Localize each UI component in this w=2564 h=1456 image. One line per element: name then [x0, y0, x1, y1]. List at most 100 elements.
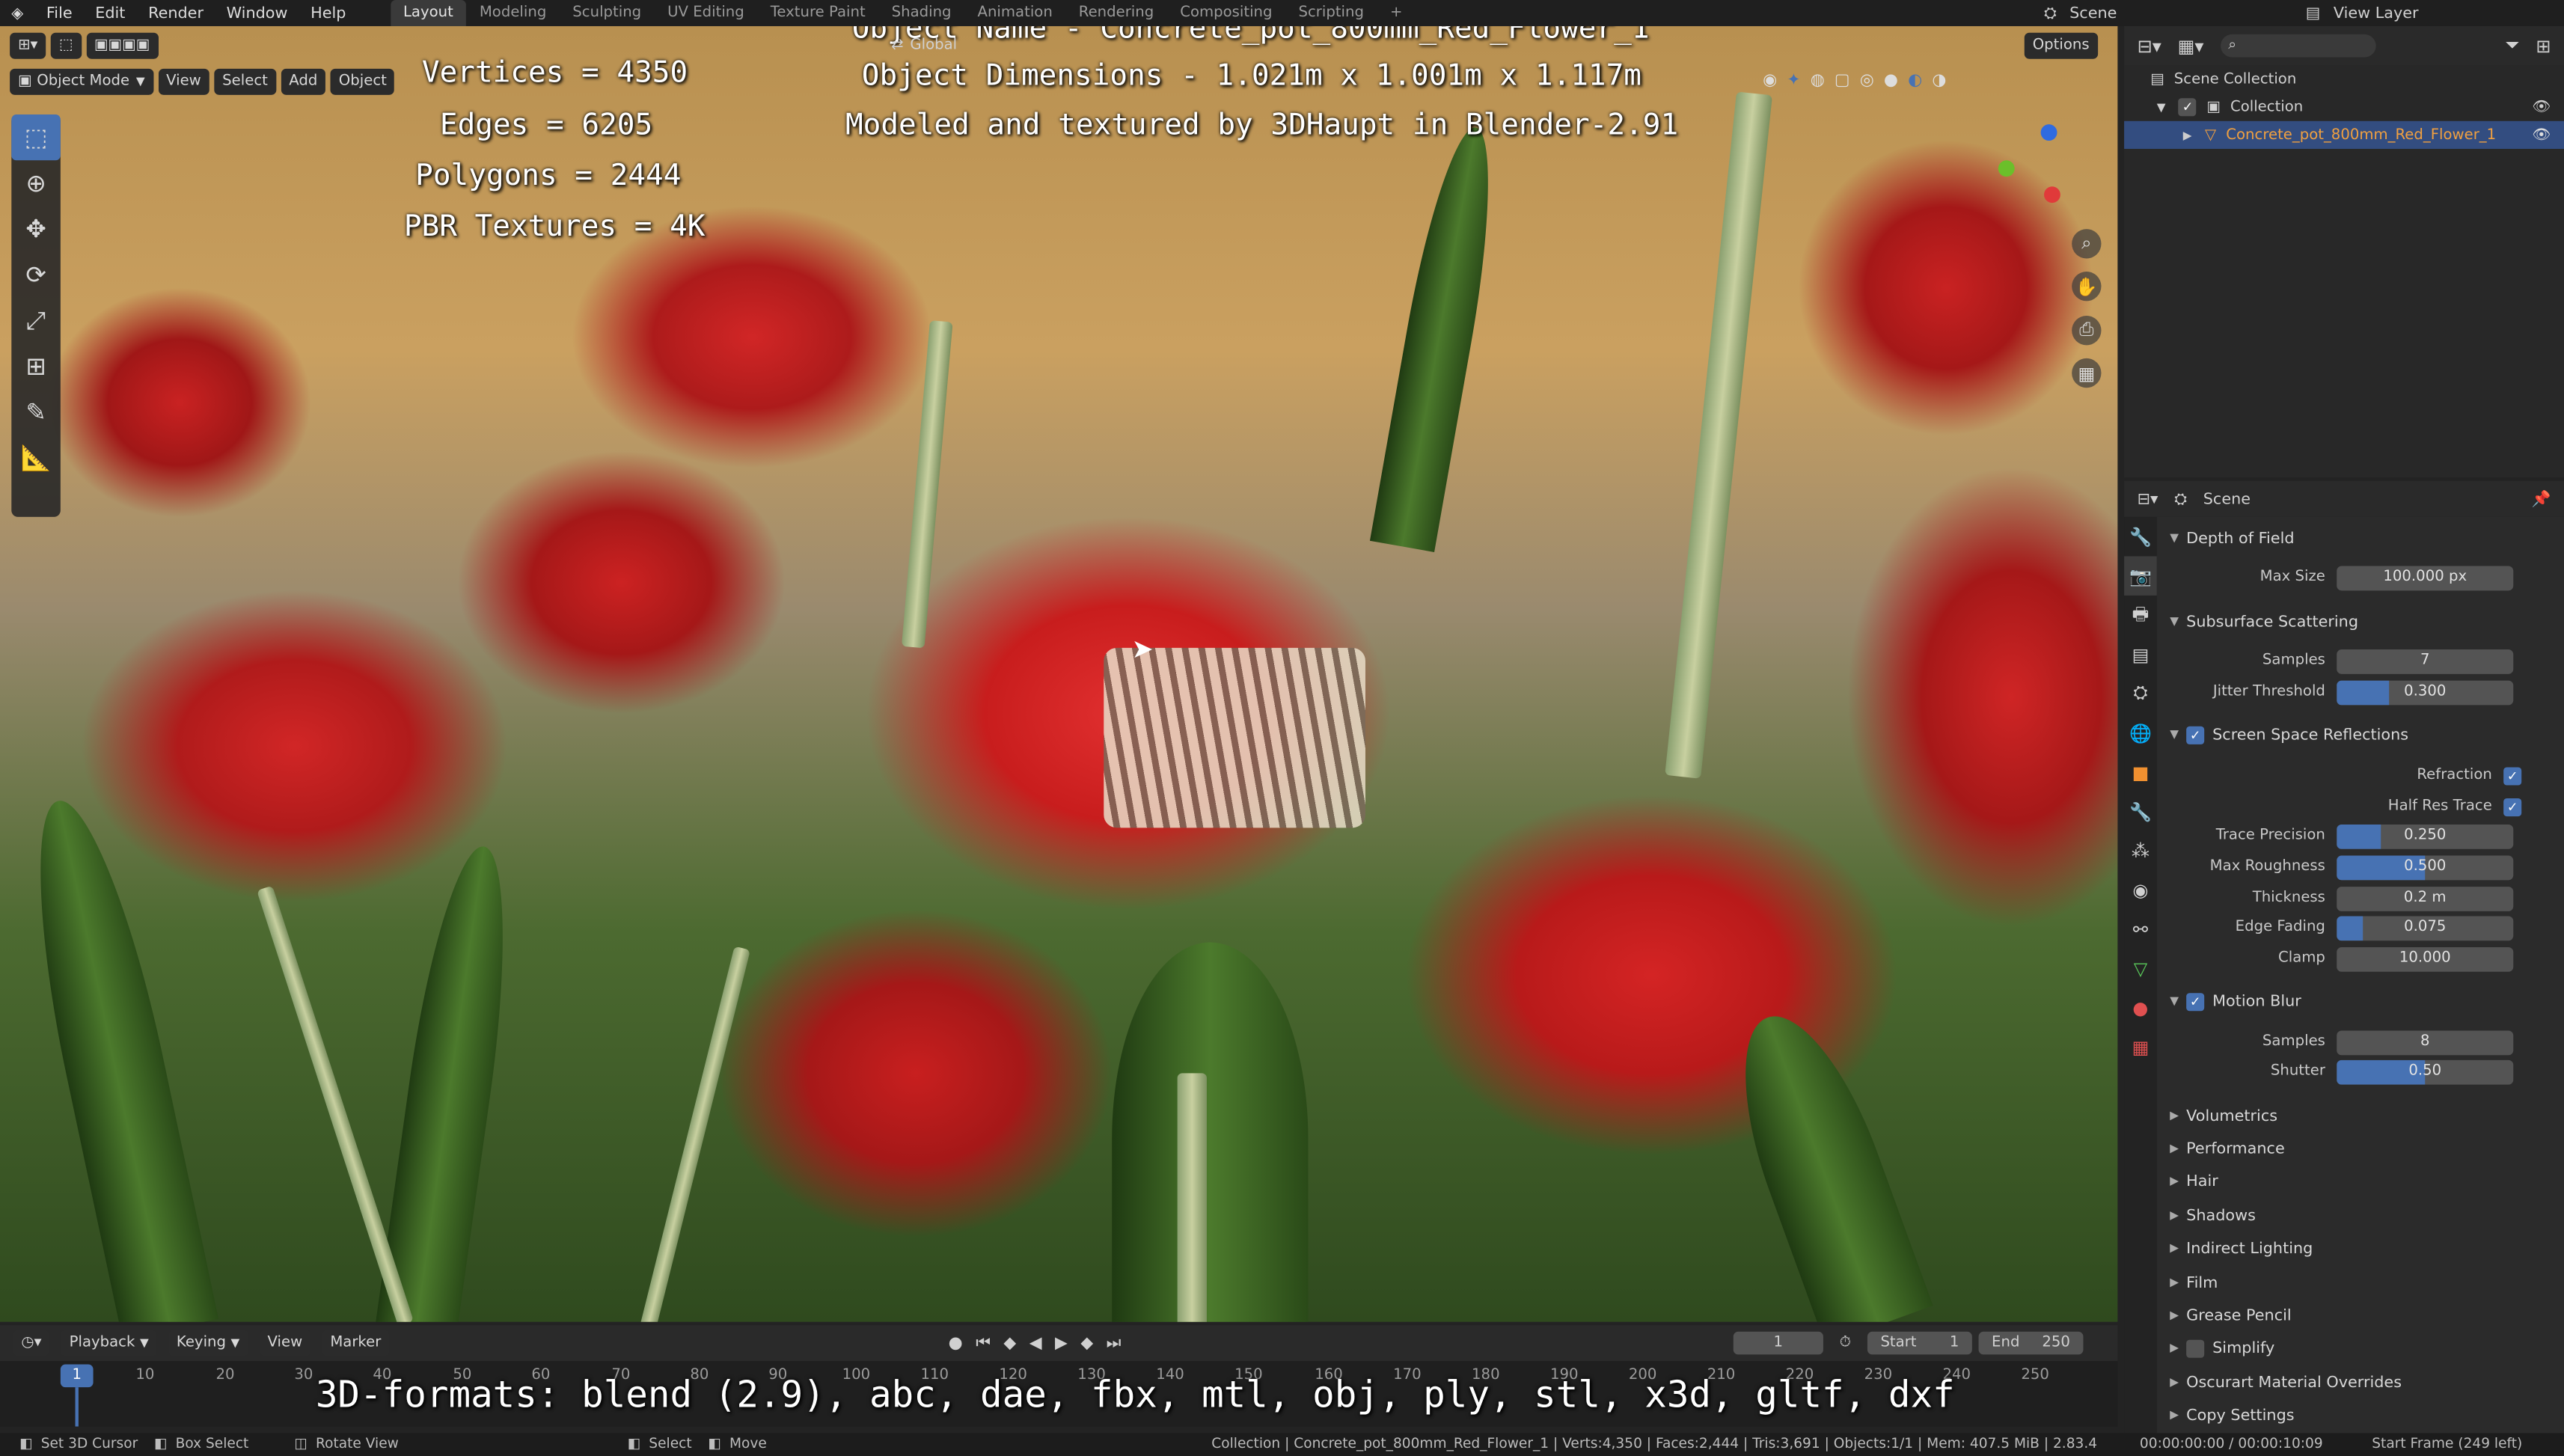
zoom-icon[interactable]: ⌕ — [2072, 229, 2102, 259]
solid-shading-icon[interactable]: ● — [1884, 71, 1898, 89]
section-depth-of-field[interactable]: ▼ Depth of Field — [2170, 524, 2557, 553]
pin-icon[interactable]: 📌 — [2532, 490, 2551, 508]
outliner-row-scene-collection[interactable]: ▤ Scene Collection — [2124, 65, 2564, 93]
material-tab-icon[interactable]: ● — [2124, 988, 2157, 1027]
constraints-tab-icon[interactable]: ⚯ — [2124, 910, 2157, 949]
stopwatch-icon[interactable]: ⏱ — [1840, 1332, 1851, 1355]
expand-arrow-icon[interactable]: ▼ — [2157, 100, 2166, 113]
jump-end-icon[interactable]: ⏭ — [1107, 1334, 1122, 1352]
collection-checkbox[interactable]: ✓ — [2179, 98, 2197, 117]
menu-help[interactable]: Help — [299, 0, 358, 26]
section-hair[interactable]: ▶ Hair — [2170, 1166, 2557, 1196]
filter-icon[interactable]: ⏷ — [2505, 34, 2519, 58]
section-shadows[interactable]: ▶ Shadows — [2170, 1201, 2557, 1230]
tab-rendering[interactable]: Rendering — [1065, 0, 1166, 26]
outliner-search-input[interactable]: ⌕ — [2220, 34, 2375, 58]
outliner-row-collection[interactable]: ▼ ✓ ▣ Collection 👁 — [2124, 94, 2564, 121]
outliner-row-object[interactable]: ▶ ▽ Concrete_pot_800mm_Red_Flower_1 👁 — [2124, 120, 2564, 149]
editor-type-icon[interactable]: ⊞▾ — [10, 32, 46, 59]
menu-keying[interactable]: Keying ▼ — [168, 1330, 248, 1356]
tab-uv-editing[interactable]: UV Editing — [655, 0, 758, 26]
rotate-icon[interactable]: ⟳ — [11, 252, 61, 298]
eye-icon[interactable]: 👁 — [2533, 99, 2551, 115]
tab-modeling[interactable]: Modeling — [466, 0, 559, 26]
max-roughness-slider[interactable]: 0.500 — [2337, 854, 2514, 880]
section-volumetrics[interactable]: ▶ Volumetrics — [2170, 1101, 2557, 1131]
menu-window[interactable]: Window — [215, 0, 299, 26]
options-dropdown[interactable]: Options — [2024, 32, 2098, 59]
outliner-editor-icon[interactable]: ⊟▾ — [2138, 35, 2161, 56]
x-axis-icon[interactable] — [2044, 186, 2060, 204]
material-shading-icon[interactable]: ◐ — [1908, 71, 1922, 89]
visibility-icon[interactable]: ◉ — [1763, 71, 1777, 89]
mb-samples-field[interactable]: 8 — [2337, 1030, 2514, 1055]
tab-animation[interactable]: Animation — [964, 0, 1065, 26]
expand-arrow-icon[interactable]: ▶ — [2183, 129, 2192, 141]
section-grease-pencil[interactable]: ▶ Grease Pencil — [2170, 1300, 2557, 1330]
selection-modes-icon[interactable]: ▣▣▣▣ — [85, 32, 159, 59]
xray-icon[interactable]: ▢ — [1835, 71, 1850, 89]
navigation-gizmo[interactable] — [1998, 124, 2093, 222]
refraction-checkbox[interactable]: ✓ — [2503, 766, 2522, 785]
section-screen-space-reflections[interactable]: ▼ ✓ Screen Space Reflections — [2170, 720, 2557, 749]
play-reverse-icon[interactable]: ◀ — [1029, 1334, 1042, 1352]
view-layer-tab-icon[interactable]: ▤ — [2124, 634, 2157, 673]
simplify-checkbox[interactable] — [2186, 1339, 2205, 1357]
thickness-field[interactable]: 0.2 m — [2337, 885, 2514, 911]
clamp-field[interactable]: 10.000 — [2337, 946, 2514, 971]
scene-tab-icon[interactable]: ⛭ — [2124, 674, 2157, 713]
menu-view[interactable]: View — [158, 67, 209, 94]
annotate-icon[interactable]: ✎ — [11, 389, 61, 435]
select-tool-icon[interactable]: ⬚ — [50, 32, 82, 59]
section-motion-blur[interactable]: ▼ ✓ Motion Blur — [2170, 986, 2557, 1015]
menu-playback[interactable]: Playback ▼ — [61, 1330, 157, 1356]
y-axis-icon[interactable] — [1998, 160, 2015, 177]
record-icon[interactable]: ● — [949, 1334, 963, 1352]
prev-keyframe-icon[interactable]: ◆ — [1003, 1334, 1016, 1352]
edge-fading-slider[interactable]: 0.075 — [2337, 915, 2514, 940]
menu-timeline-view[interactable]: View — [259, 1330, 311, 1356]
wireframe-shading-icon[interactable]: ◎ — [1860, 71, 1874, 89]
world-tab-icon[interactable]: 🌐 — [2124, 713, 2157, 752]
jitter-threshold-slider[interactable]: 0.300 — [2337, 679, 2514, 705]
blender-logo-icon[interactable]: ◈ — [0, 0, 35, 26]
pan-hand-icon[interactable]: ✋ — [2072, 271, 2102, 302]
camera-icon[interactable]: ⎙ — [2072, 315, 2102, 346]
cursor-icon[interactable]: ⊕ — [11, 160, 61, 206]
tab-scripting[interactable]: Scripting — [1285, 0, 1377, 26]
render-tab-icon[interactable]: 📷 — [2124, 556, 2157, 596]
play-icon[interactable]: ▶ — [1055, 1334, 1068, 1352]
section-simplify[interactable]: ▶ Simplify — [2170, 1333, 2557, 1362]
max-size-field[interactable]: 100.000 px — [2337, 565, 2514, 590]
trace-precision-slider[interactable]: 0.250 — [2337, 823, 2514, 848]
texture-tab-icon[interactable]: ▦ — [2124, 1027, 2157, 1066]
particles-tab-icon[interactable]: ⁂ — [2124, 831, 2157, 870]
new-collection-icon[interactable]: ⊞ — [2536, 35, 2551, 56]
tab-shading[interactable]: Shading — [878, 0, 964, 26]
playhead[interactable]: 1 — [60, 1364, 94, 1388]
section-oscurart-material-overrides[interactable]: ▶ Oscurart Material Overrides — [2170, 1368, 2557, 1397]
menu-object[interactable]: Object — [330, 67, 395, 94]
half-res-trace-checkbox[interactable]: ✓ — [2503, 797, 2522, 816]
next-keyframe-icon[interactable]: ◆ — [1080, 1334, 1093, 1352]
modifier-tab-icon[interactable]: 🔧 — [2124, 792, 2157, 831]
data-tab-icon[interactable]: ▽ — [2124, 949, 2157, 988]
motion-blur-checkbox[interactable]: ✓ — [2186, 992, 2205, 1011]
end-frame-field[interactable]: End 250 — [1978, 1331, 2084, 1355]
overlay-toggle-icon[interactable]: ◍ — [1811, 71, 1825, 89]
tab-layout[interactable]: Layout — [390, 0, 467, 26]
display-mode-icon[interactable]: ▦▾ — [2178, 35, 2204, 56]
jump-start-icon[interactable]: ⏮ — [976, 1334, 991, 1352]
section-performance[interactable]: ▶ Performance — [2170, 1134, 2557, 1163]
timeline-editor-icon[interactable]: ◷▾ — [13, 1330, 50, 1356]
scene-selector[interactable]: ⛭ Scene — [2044, 0, 2117, 26]
shutter-slider[interactable]: 0.50 — [2337, 1059, 2514, 1084]
menu-file[interactable]: File — [35, 0, 84, 26]
ortho-grid-icon[interactable]: ▦ — [2072, 358, 2102, 388]
menu-render[interactable]: Render — [137, 0, 215, 26]
eye-icon[interactable]: 👁 — [2533, 126, 2551, 143]
tool-tab-icon[interactable]: 🔧 — [2124, 517, 2157, 556]
rendered-shading-icon[interactable]: ◑ — [1932, 71, 1946, 89]
add-workspace-button[interactable]: + — [1377, 0, 1415, 26]
transform-icon[interactable]: ⊞ — [11, 343, 61, 389]
